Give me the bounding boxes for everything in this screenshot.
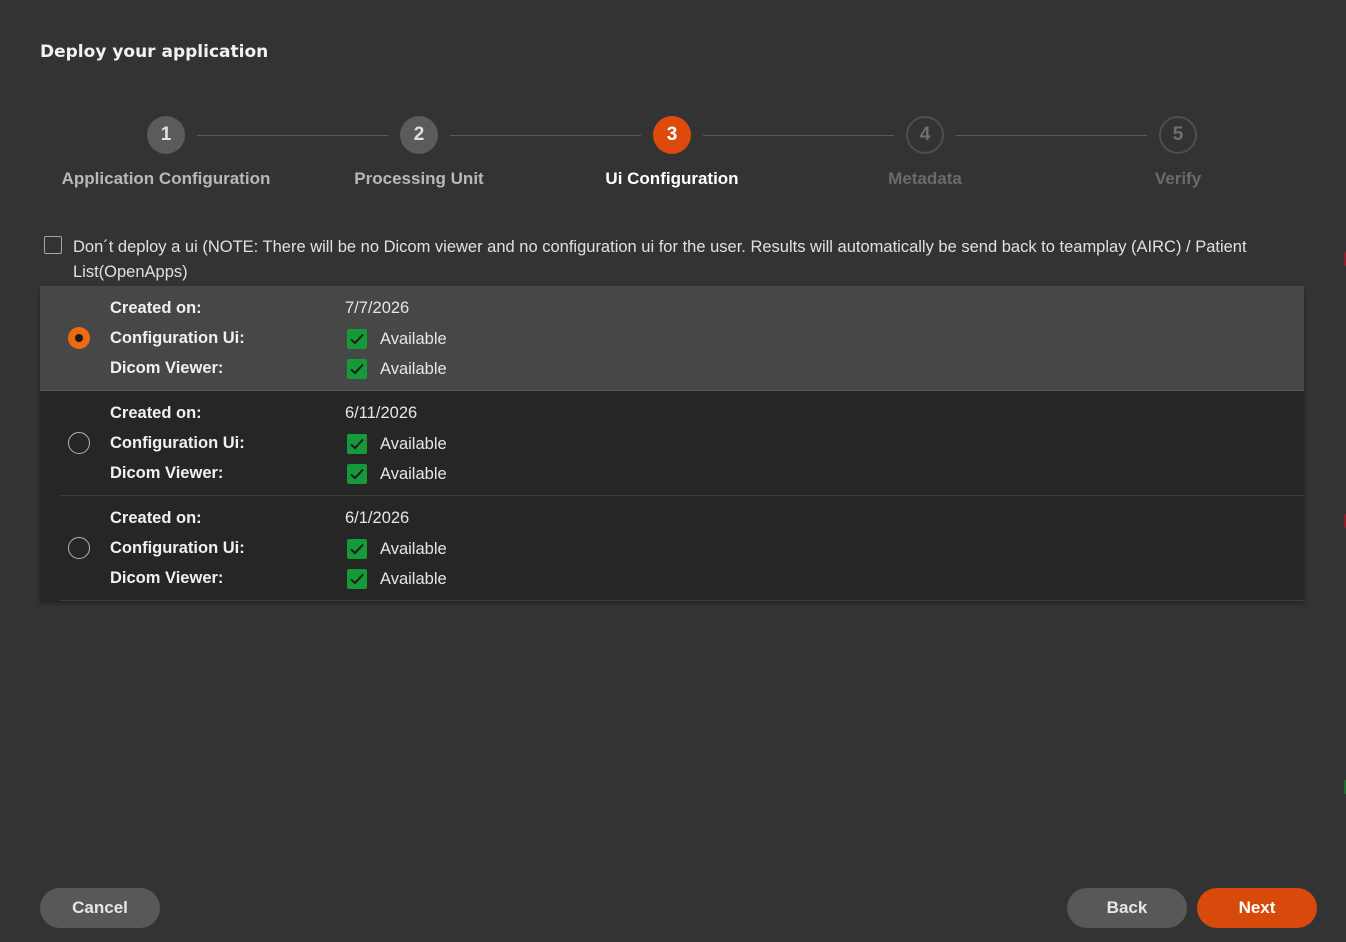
configuration-ui-status: Available <box>347 434 447 454</box>
created-on-label: Created on: <box>110 509 202 527</box>
no-ui-option: Don´t deploy a ui (NOTE: There will be n… <box>44 235 1306 285</box>
step-number: 1 <box>147 116 185 154</box>
dicom-viewer-value: Available <box>380 464 447 483</box>
deploy-dialog: Deploy your application 1 Application Co… <box>0 0 1346 942</box>
step-metadata: 4 Metadata <box>805 116 1045 189</box>
row-divider <box>60 600 1304 601</box>
dicom-viewer-label: Dicom Viewer: <box>110 569 224 587</box>
checkmark-icon <box>347 329 367 349</box>
step-number: 4 <box>906 116 944 154</box>
step-label: Verify <box>1154 169 1202 188</box>
ui-version-list: Created on: 7/7/2026 Configuration Ui: A… <box>40 286 1304 601</box>
configuration-ui-value: Available <box>380 329 447 348</box>
checkmark-icon <box>347 359 367 379</box>
dicom-viewer-value: Available <box>380 359 447 378</box>
configuration-ui-label: Configuration Ui: <box>110 539 245 557</box>
cancel-button[interactable]: Cancel <box>40 888 160 928</box>
configuration-ui-label: Configuration Ui: <box>110 434 245 452</box>
checkmark-icon <box>347 569 367 589</box>
configuration-ui-status: Available <box>347 329 447 349</box>
created-on-label: Created on: <box>110 404 202 422</box>
created-on-value: 6/11/2026 <box>345 404 418 422</box>
ui-version-row[interactable]: Created on: 6/1/2026 Configuration Ui: A… <box>40 496 1304 601</box>
step-number: 5 <box>1159 116 1197 154</box>
dicom-viewer-status: Available <box>347 359 447 379</box>
created-on-value: 6/1/2026 <box>345 509 410 527</box>
back-button[interactable]: Back <box>1067 888 1187 928</box>
checkmark-icon <box>347 434 367 454</box>
configuration-ui-label: Configuration Ui: <box>110 329 245 347</box>
step-label: Ui Configuration <box>605 169 739 188</box>
no-ui-checkbox[interactable] <box>44 236 62 254</box>
ui-version-row[interactable]: Created on: 6/11/2026 Configuration Ui: … <box>40 391 1304 496</box>
dicom-viewer-status: Available <box>347 464 447 484</box>
dicom-viewer-label: Dicom Viewer: <box>110 464 224 482</box>
dialog-title: Deploy your application <box>40 42 269 62</box>
dicom-viewer-label: Dicom Viewer: <box>110 359 224 377</box>
dicom-viewer-value: Available <box>380 569 447 588</box>
ui-version-row[interactable]: Created on: 7/7/2026 Configuration Ui: A… <box>40 286 1304 391</box>
step-label: Application Configuration <box>61 169 271 188</box>
radio-selected-icon[interactable] <box>68 327 90 349</box>
radio-unselected-icon[interactable] <box>68 537 90 559</box>
next-button[interactable]: Next <box>1197 888 1317 928</box>
checkmark-icon <box>347 539 367 559</box>
step-number: 2 <box>400 116 438 154</box>
step-label: Processing Unit <box>354 169 484 188</box>
step-processing-unit[interactable]: 2 Processing Unit <box>299 116 539 189</box>
step-label: Metadata <box>888 169 962 188</box>
step-application-configuration[interactable]: 1 Application Configuration <box>46 116 286 189</box>
radio-unselected-icon[interactable] <box>68 432 90 454</box>
created-on-value: 7/7/2026 <box>345 299 410 317</box>
checkmark-icon <box>347 464 367 484</box>
dicom-viewer-status: Available <box>347 569 447 589</box>
step-number: 3 <box>653 116 691 154</box>
step-ui-configuration[interactable]: 3 Ui Configuration <box>552 116 792 189</box>
created-on-label: Created on: <box>110 299 202 317</box>
no-ui-checkbox-label[interactable]: Don´t deploy a ui (NOTE: There will be n… <box>73 235 1306 285</box>
configuration-ui-value: Available <box>380 539 447 558</box>
step-verify: 5 Verify <box>1058 116 1298 189</box>
configuration-ui-status: Available <box>347 539 447 559</box>
stepper: 1 Application Configuration 2 Processing… <box>0 116 1346 196</box>
configuration-ui-value: Available <box>380 434 447 453</box>
